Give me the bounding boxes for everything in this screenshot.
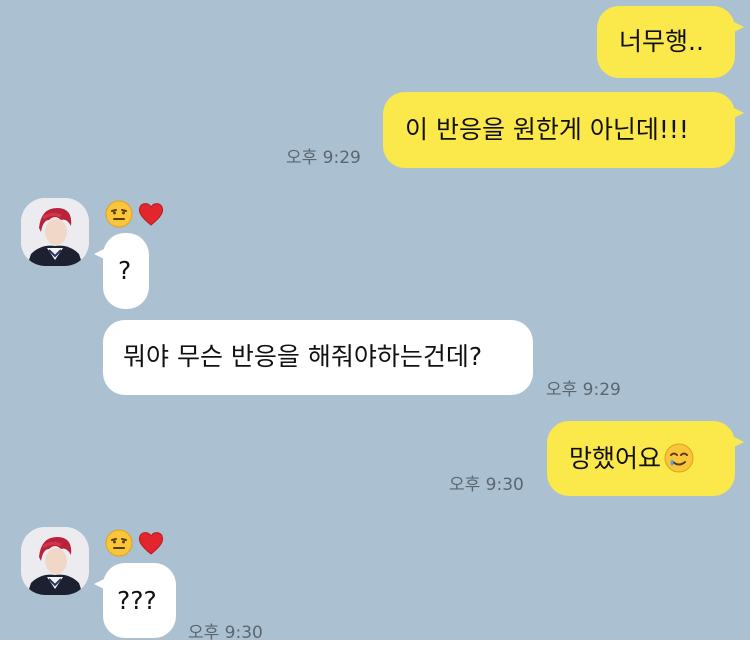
- message-timestamp: 오후 9:29: [546, 380, 621, 400]
- smiling-face-with-tear-emoji-icon: [664, 443, 694, 473]
- message-text: ???: [117, 586, 157, 615]
- my-message-bubble[interactable]: 너무행..: [597, 6, 744, 78]
- profile-photo-icon: [21, 527, 89, 595]
- profile-photo-icon: [21, 198, 89, 266]
- message-text: 이 반응을 원한게 아닌데!!!: [405, 115, 689, 144]
- my-message-bubble[interactable]: 망했어요: [547, 421, 744, 496]
- smirk-face-emoji-icon[interactable]: [104, 528, 134, 558]
- message-text: ?: [118, 256, 132, 285]
- message-timestamp: 오후 9:30: [449, 475, 524, 495]
- my-message-bubble[interactable]: 이 반응을 원한게 아닌데!!!: [383, 92, 744, 168]
- contact-avatar[interactable]: [21, 527, 89, 595]
- message-text: 뭐야 무슨 반응을 해줘야하는건데?: [123, 342, 483, 371]
- reaction-bar: [104, 528, 166, 558]
- message-text: 너무행..: [619, 27, 704, 56]
- contact-avatar[interactable]: [21, 198, 89, 266]
- other-message-bubble[interactable]: 뭐야 무슨 반응을 해줘야하는건데?: [103, 320, 533, 395]
- reaction-bar: [104, 199, 166, 229]
- message-timestamp: 오후 9:29: [286, 148, 361, 168]
- bottom-edge: [0, 640, 750, 645]
- red-heart-emoji-icon[interactable]: [136, 528, 166, 558]
- smirk-face-emoji-icon[interactable]: [104, 199, 134, 229]
- other-message-bubble[interactable]: ???: [94, 563, 176, 638]
- message-text: 망했어요: [569, 444, 662, 473]
- red-heart-emoji-icon[interactable]: [136, 199, 166, 229]
- other-message-bubble[interactable]: ?: [94, 233, 149, 309]
